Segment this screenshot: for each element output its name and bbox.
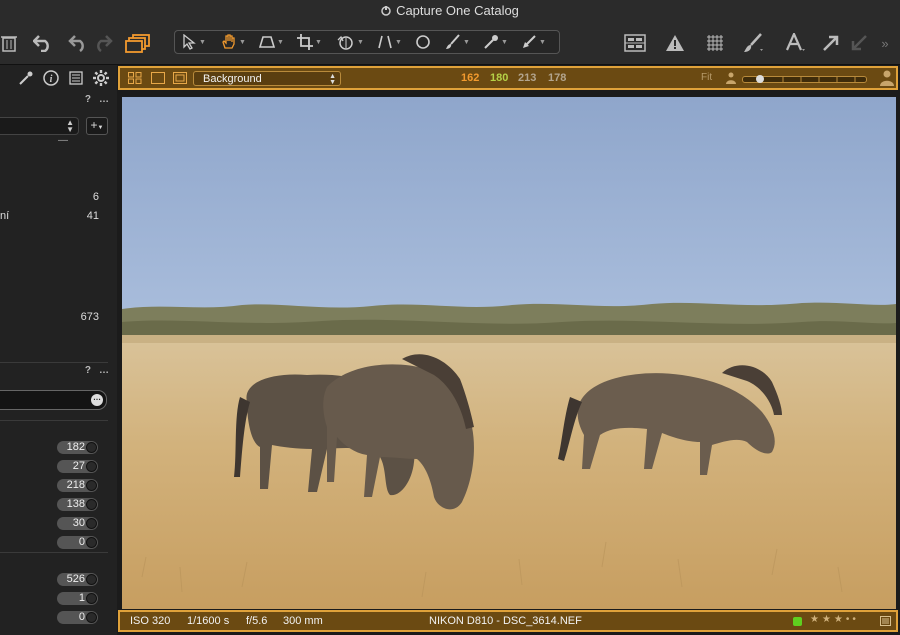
multi-view-icon[interactable] [128, 72, 142, 84]
undo-icon[interactable] [31, 30, 55, 56]
eyedropper-tab-icon[interactable] [19, 71, 33, 85]
search-options-icon[interactable]: … [91, 394, 103, 406]
capture-one-icon [381, 6, 391, 16]
pan-icon[interactable]: ▼ [221, 31, 246, 53]
more-button-2[interactable]: … [99, 365, 109, 376]
window-title: Capture One Catalog [396, 3, 519, 18]
search-input[interactable]: … [0, 390, 107, 410]
dash-mark: — [58, 135, 68, 146]
color-tag-badge[interactable] [793, 617, 802, 626]
grid-overlay-icon[interactable] [703, 30, 727, 56]
filter-pill[interactable]: 0 [57, 611, 98, 624]
brush-adjust-icon[interactable] [741, 30, 767, 56]
section-header-1: ?… [77, 94, 109, 105]
rotate-icon[interactable]: ▼ [337, 31, 364, 53]
overflow-chevron-icon[interactable]: » [876, 30, 894, 56]
row-count-3: 673 [80, 311, 99, 323]
row-count-2: 41 [86, 210, 99, 222]
redo-icon[interactable] [92, 30, 114, 56]
circle-spot-icon[interactable] [415, 31, 431, 53]
help-button-2[interactable]: ? [85, 365, 91, 376]
wildebeest-photo [122, 97, 896, 609]
single-view-icon[interactable] [151, 72, 165, 84]
viewer-top-bar: Background ▲ ▼ 162 180 213 178 Fit [118, 66, 898, 90]
section-divider-2 [0, 420, 108, 421]
filter-pill[interactable]: 0 [57, 536, 98, 549]
window-titlebar: Capture One Catalog [0, 0, 900, 22]
person-large-icon[interactable] [880, 70, 894, 86]
rgb-green-readout: 180 [490, 72, 509, 84]
rgb-red-readout: 162 [461, 72, 480, 84]
text-icon[interactable] [783, 30, 809, 56]
updown-arrows-icon: ▲ ▼ [329, 73, 336, 86]
info-tab-icon[interactable]: i [43, 70, 59, 86]
person-small-icon[interactable] [726, 72, 736, 84]
proof-view-icon[interactable] [173, 72, 187, 84]
filter-pill[interactable]: 526 [57, 573, 98, 586]
metadata-tab-icon[interactable] [69, 71, 83, 85]
camera-filename: NIKON D810 - DSC_3614.NEF [429, 615, 582, 627]
export-icon[interactable] [820, 30, 842, 56]
filter-pill[interactable]: 138 [57, 498, 98, 511]
aperture-readout: f/5.6 [246, 615, 268, 627]
svg-text:i: i [50, 74, 53, 85]
zoom-slider[interactable] [742, 75, 867, 83]
warning-icon[interactable] [663, 30, 687, 56]
iso-readout: ISO 320 [130, 615, 171, 627]
filter-pill[interactable]: 30 [57, 517, 98, 530]
straighten-icon[interactable]: ▼ [377, 31, 402, 53]
filter-pill[interactable]: 27 [57, 460, 98, 473]
star-rating[interactable]: ★★★•• [810, 614, 859, 625]
annotate-icon[interactable]: ▼ [521, 31, 546, 53]
cursor-tools-group: ▼ ▼ ▼ ▼ ▼ ▼ ▼ ▼ ▼ [174, 30, 560, 54]
shutter-readout: 1/1600 s [187, 615, 230, 627]
help-button[interactable]: ? [85, 94, 91, 105]
row-label-2: ní [0, 210, 10, 222]
add-button[interactable]: +▼ [86, 117, 108, 135]
left-tool-panel: i ?… ▲ ▼ +▼ — 6 ní 41 673 ?… … 182 27 218… [0, 65, 117, 635]
more-button[interactable]: … [99, 94, 109, 105]
row-count-1: 6 [92, 191, 99, 203]
settings-gear-icon[interactable] [93, 70, 109, 86]
photo-canvas [122, 97, 896, 609]
focal-length-readout: 300 mm [283, 615, 323, 627]
image-viewer: Background ▲ ▼ 162 180 213 178 Fit ISO 3… [117, 65, 900, 635]
section-divider [0, 362, 108, 363]
filter-pill[interactable]: 182 [57, 441, 98, 454]
brush-icon[interactable]: ▼ [445, 31, 470, 53]
keystone-icon[interactable]: ▼ [259, 31, 284, 53]
grid-view-icon[interactable] [622, 30, 648, 56]
zoom-ticks [782, 77, 856, 82]
select-cursor-icon[interactable]: ▼ [183, 31, 206, 53]
info-list-icon[interactable] [880, 616, 891, 626]
section-divider-3 [0, 552, 108, 553]
crop-icon[interactable]: ▼ [297, 31, 322, 53]
collection-dropdown[interactable]: ▲ ▼ [0, 117, 79, 135]
viewer-info-bar: ISO 320 1/1600 s f/5.6 300 mm NIKON D810… [118, 610, 898, 632]
filter-pill[interactable]: 1 [57, 592, 98, 605]
fit-label[interactable]: Fit [701, 72, 712, 83]
import-icon[interactable] [848, 30, 870, 56]
picker-icon[interactable]: ▼ [483, 31, 508, 53]
stack-icon[interactable] [124, 30, 152, 56]
section-header-2: ?… [77, 365, 109, 376]
trash-icon[interactable] [0, 30, 18, 56]
layer-select[interactable]: Background ▲ ▼ [193, 71, 341, 86]
tool-tabs: i [0, 65, 117, 91]
undo-step-icon[interactable] [66, 30, 90, 56]
updown-arrows-icon: ▲ ▼ [66, 118, 74, 134]
filter-pill[interactable]: 218 [57, 479, 98, 492]
rgb-lum-readout: 178 [548, 72, 567, 84]
rgb-blue-readout: 213 [518, 72, 537, 84]
